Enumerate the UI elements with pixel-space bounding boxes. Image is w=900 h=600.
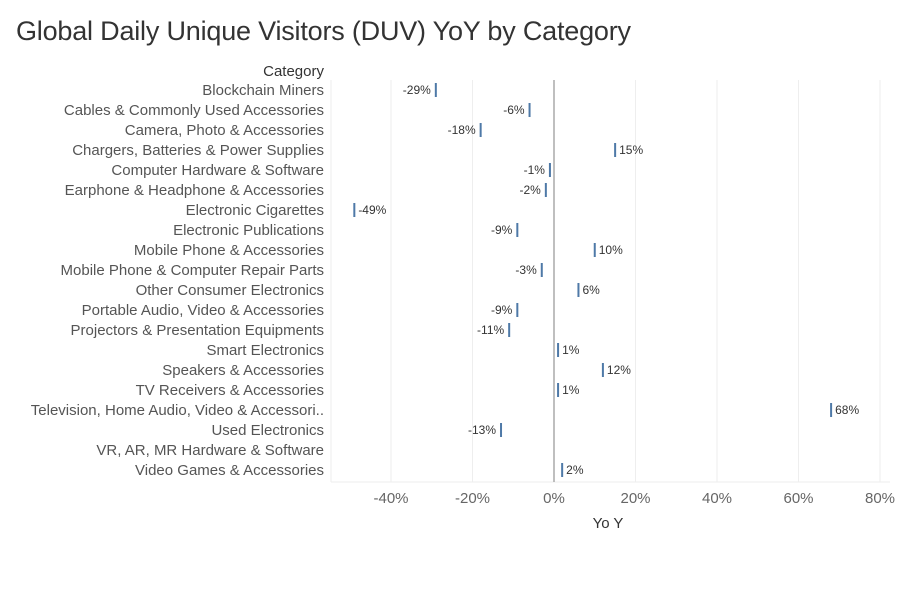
value-label: -49% (358, 203, 386, 217)
tick-mark (577, 283, 580, 297)
category-label: TV Receivers & Accessories (136, 382, 324, 399)
value-label: -9% (491, 303, 513, 317)
value-label: -18% (448, 123, 476, 137)
category-label: Video Games & Accessories (135, 462, 324, 479)
x-tick-label: -40% (373, 490, 408, 507)
category-label: Electronic Publications (173, 222, 324, 239)
gridlines (330, 80, 890, 483)
tick-mark (479, 123, 482, 137)
tick-mark (557, 343, 560, 357)
value-label: 1% (562, 343, 580, 357)
value-label: -6% (503, 103, 525, 117)
category-label: Mobile Phone & Accessories (134, 242, 324, 259)
x-axis-ticks: -40% -20% 0% 20% 40% 60% 80% (373, 490, 895, 507)
x-tick-label: -20% (455, 490, 490, 507)
category-label: Other Consumer Electronics (136, 282, 324, 299)
tick-mark (500, 423, 503, 437)
category-label: Cables & Commonly Used Accessories (64, 102, 324, 119)
x-tick-label: 80% (865, 490, 895, 507)
tick-mark (353, 203, 356, 217)
category-label: VR, AR, MR Hardware & Software (96, 442, 324, 459)
category-label: Camera, Photo & Accessories (125, 122, 324, 139)
category-label: Portable Audio, Video & Accessories (82, 302, 324, 319)
marks: -29% -6% -18% 15% -1% -2% -49% -9% 10% -3% 6% -9% -1… (353, 83, 859, 477)
value-label: -2% (520, 183, 542, 197)
tick-mark (508, 323, 511, 337)
tick-mark (434, 83, 437, 97)
category-label: Smart Electronics (206, 342, 324, 359)
tick-mark (557, 383, 560, 397)
tick-mark (516, 303, 519, 317)
category-label: Used Electronics (211, 422, 324, 439)
tick-mark (561, 463, 564, 477)
value-label: 6% (582, 283, 600, 297)
value-label: 10% (599, 243, 623, 257)
tick-mark (601, 363, 604, 377)
category-label: Electronic Cigarettes (186, 202, 324, 219)
x-tick-label: 60% (783, 490, 813, 507)
tick-mark (593, 243, 596, 257)
value-label: -11% (477, 323, 504, 337)
value-label: 12% (607, 363, 631, 377)
row-header: Category (263, 63, 324, 80)
value-label: -9% (491, 223, 513, 237)
value-label: 2% (566, 463, 584, 477)
value-label: -13% (468, 423, 496, 437)
value-label: 1% (562, 383, 580, 397)
tick-mark (516, 223, 519, 237)
category-label: Computer Hardware & Software (111, 162, 324, 179)
category-label: Chargers, Batteries & Power Supplies (72, 142, 324, 159)
category-label: Speakers & Accessories (162, 362, 324, 379)
value-label: -3% (515, 263, 537, 277)
category-label: Mobile Phone & Computer Repair Parts (61, 262, 324, 279)
x-axis-title: Yo Y (593, 515, 624, 532)
category-label: Earphone & Headphone & Accessories (65, 182, 324, 199)
value-label: 68% (835, 403, 859, 417)
tick-mark (544, 183, 547, 197)
tick-mark (528, 103, 531, 117)
value-label: -1% (524, 163, 546, 177)
x-tick-label: 20% (620, 490, 650, 507)
x-tick-label: 0% (543, 490, 565, 507)
chart-area: Category Blockchain Miners Cables & Commo… (31, 63, 895, 532)
x-tick-label: 40% (702, 490, 732, 507)
category-label: Television, Home Audio, Video & Accessor… (31, 402, 324, 419)
tick-mark (540, 263, 543, 277)
tick-mark (830, 403, 833, 417)
category-label: Blockchain Miners (202, 82, 324, 99)
value-label: 15% (619, 143, 643, 157)
tick-mark (614, 143, 617, 157)
value-label: -29% (403, 83, 431, 97)
category-label: Projectors & Presentation Equipments (71, 322, 324, 339)
category-labels: Blockchain Miners Cables & Commonly Used … (31, 82, 324, 479)
tick-mark (548, 163, 551, 177)
